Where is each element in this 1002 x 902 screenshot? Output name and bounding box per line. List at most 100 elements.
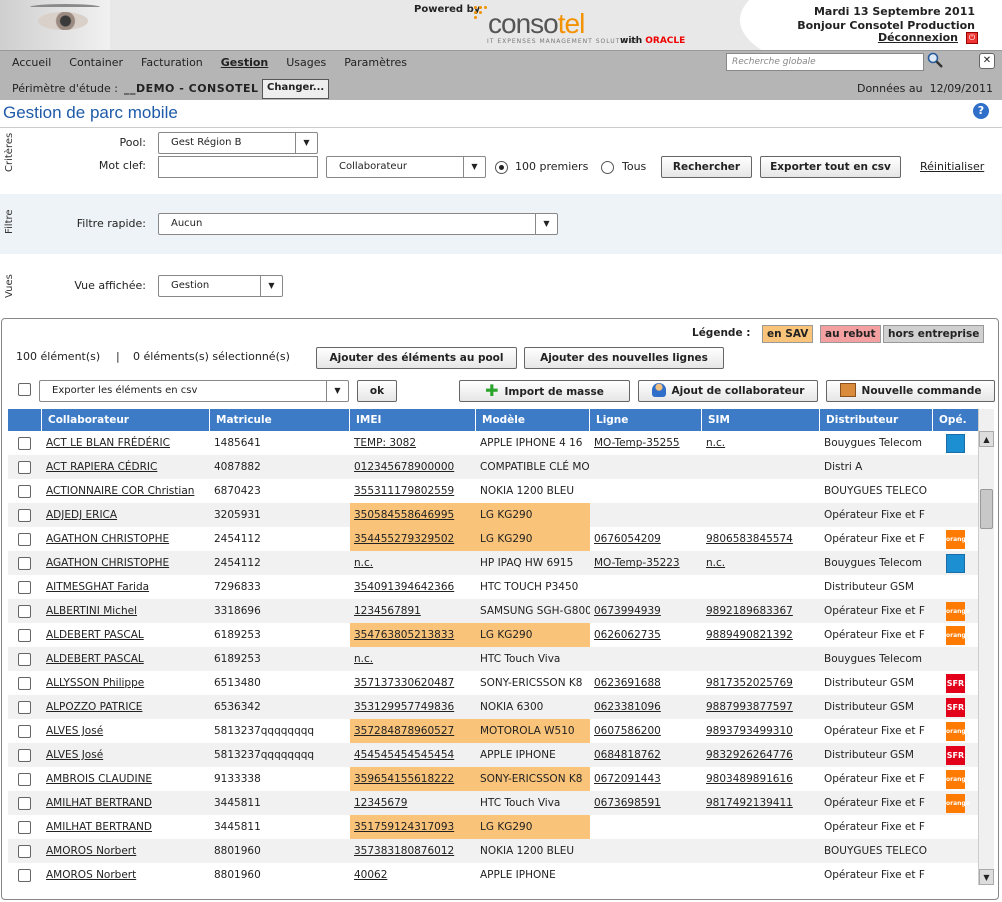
cell-collab[interactable]: ACT RAPIERA CÉDRIC xyxy=(42,455,210,479)
global-search-input[interactable]: Recherche globale xyxy=(726,53,924,71)
cell-sim[interactable]: 9892189683367 xyxy=(702,599,820,623)
row-checkbox[interactable] xyxy=(18,749,31,762)
search-icon[interactable] xyxy=(927,52,943,68)
cell-ligne[interactable]: MO-Temp-35223 xyxy=(590,551,702,575)
table-row[interactable]: AMILHAT BERTRAND 3445811 351759124317093 LG… xyxy=(8,815,978,839)
cell-imei[interactable]: 359654155618222 xyxy=(350,767,476,791)
cell-ligne[interactable]: MO-Temp-35255 xyxy=(590,431,702,455)
cell-collab[interactable]: AGATHON CHRISTOPHE xyxy=(42,527,210,551)
cell-sim[interactable] xyxy=(702,503,820,527)
row-checkbox[interactable] xyxy=(18,605,31,618)
cell-ligne[interactable] xyxy=(590,455,702,479)
cell-sim[interactable]: n.c. xyxy=(702,431,820,455)
cell-collab[interactable]: ADJEDJ ERICA xyxy=(42,503,210,527)
select-all-checkbox[interactable] xyxy=(18,383,31,396)
column-collaborateur[interactable]: Collaborateur xyxy=(42,409,210,431)
cell-ligne[interactable]: 0623691688 xyxy=(590,671,702,695)
cell-sim[interactable]: 9893793499310 xyxy=(702,719,820,743)
row-checkbox[interactable] xyxy=(18,653,31,666)
table-row[interactable]: ALVES José 5813237qqqqqqqq 454545454545454… xyxy=(8,743,978,767)
view-select[interactable]: Gestion ▼ xyxy=(158,275,283,297)
cell-ligne[interactable]: 0673994939 xyxy=(590,599,702,623)
cell-sim[interactable] xyxy=(702,863,820,885)
menu-item-container[interactable]: Container xyxy=(69,56,123,69)
table-row[interactable]: ALPOZZO PATRICE 6536342 353129957749836 NOK… xyxy=(8,695,978,719)
row-checkbox[interactable] xyxy=(18,461,31,474)
row-checkbox[interactable] xyxy=(18,869,31,882)
row-checkbox[interactable] xyxy=(18,821,31,834)
table-row[interactable]: AMOROS Norbert 8801960 357383180876012 NOKI… xyxy=(8,839,978,863)
cell-imei[interactable]: 350584558646995 xyxy=(350,503,476,527)
cell-imei[interactable]: 351759124317093 xyxy=(350,815,476,839)
cell-ligne[interactable] xyxy=(590,479,702,503)
cell-imei[interactable]: 354763805213833 xyxy=(350,623,476,647)
cell-collab[interactable]: AMOROS Norbert xyxy=(42,863,210,885)
cell-imei[interactable]: 357284878960527 xyxy=(350,719,476,743)
cell-imei[interactable]: n.c. xyxy=(350,647,476,671)
close-icon[interactable]: ✕ xyxy=(979,53,995,69)
row-checkbox[interactable] xyxy=(18,677,31,690)
cell-sim[interactable]: 9803489891616 xyxy=(702,767,820,791)
help-icon[interactable]: ? xyxy=(973,103,989,119)
cell-collab[interactable]: AMOROS Norbert xyxy=(42,839,210,863)
cell-imei[interactable]: 1234567891 xyxy=(350,599,476,623)
column-imei[interactable]: IMEI xyxy=(350,409,476,431)
cell-sim[interactable]: 9817352025769 xyxy=(702,671,820,695)
column-operateur[interactable]: Opé. xyxy=(933,409,978,431)
export-select[interactable]: Exporter les éléments en csv ▼ xyxy=(39,380,349,402)
table-row[interactable]: ACT LE BLAN FRÉDÉRIC 1485641 TEMP: 3082 APP… xyxy=(8,431,978,455)
menu-item-usages[interactable]: Usages xyxy=(286,56,326,69)
change-perimeter-button[interactable]: Changer... xyxy=(262,79,330,99)
table-row[interactable]: AGATHON CHRISTOPHE 2454112 354455279329502… xyxy=(8,527,978,551)
table-row[interactable]: ALBERTINI Michel 3318696 1234567891 SAMSUNG… xyxy=(8,599,978,623)
cell-sim[interactable] xyxy=(702,575,820,599)
cell-collab[interactable]: AGATHON CHRISTOPHE xyxy=(42,551,210,575)
cell-ligne[interactable] xyxy=(590,503,702,527)
cell-collab[interactable]: ALVES José xyxy=(42,743,210,767)
cell-ligne[interactable]: 0676054209 xyxy=(590,527,702,551)
column-matricule[interactable]: Matricule xyxy=(210,409,350,431)
table-row[interactable]: AMOROS Norbert 8801960 40062 APPLE IPHONE Op… xyxy=(8,863,978,885)
cell-imei[interactable]: 012345678900000 xyxy=(350,455,476,479)
cell-collab[interactable]: AMILHAT BERTRAND xyxy=(42,815,210,839)
column-modele[interactable]: Modèle xyxy=(476,409,590,431)
menu-item-gestion[interactable]: Gestion xyxy=(221,56,268,69)
column-ligne[interactable]: Ligne xyxy=(590,409,702,431)
column-distributeur[interactable]: Distributeur xyxy=(820,409,933,431)
cell-collab[interactable]: ALPOZZO PATRICE xyxy=(42,695,210,719)
table-row[interactable]: AITMESGHAT Farida 7296833 354091394642366 H… xyxy=(8,575,978,599)
cell-collab[interactable]: AMBROIS CLAUDINE xyxy=(42,767,210,791)
cell-ligne[interactable] xyxy=(590,863,702,885)
search-button[interactable]: Rechercher xyxy=(661,156,752,178)
cell-sim[interactable] xyxy=(702,815,820,839)
cell-ligne[interactable] xyxy=(590,815,702,839)
cell-sim[interactable]: 9817492139411 xyxy=(702,791,820,815)
export-all-csv-button[interactable]: Exporter tout en csv xyxy=(760,156,901,178)
row-checkbox[interactable] xyxy=(18,509,31,522)
cell-sim[interactable]: 9832926264776 xyxy=(702,743,820,767)
row-checkbox[interactable] xyxy=(18,437,31,450)
cell-ligne[interactable]: 0607586200 xyxy=(590,719,702,743)
table-row[interactable]: AGATHON CHRISTOPHE 2454112 n.c. HP IPAQ HW … xyxy=(8,551,978,575)
cell-sim[interactable] xyxy=(702,839,820,863)
cell-imei[interactable]: 354455279329502 xyxy=(350,527,476,551)
add-to-pool-button[interactable]: Ajouter des éléments au pool xyxy=(316,347,517,369)
cell-sim[interactable]: 9887993877597 xyxy=(702,695,820,719)
add-new-lines-button[interactable]: Ajouter des nouvelles lignes xyxy=(524,347,724,369)
table-row[interactable]: ALDEBERT PASCAL 6189253 354763805213833 LG … xyxy=(8,623,978,647)
table-row[interactable]: ALLYSSON Philippe 6513480 357137330620487 S… xyxy=(8,671,978,695)
ok-button[interactable]: ok xyxy=(357,380,397,402)
pool-select[interactable]: Gest Région B ▼ xyxy=(158,132,318,154)
search-field-select[interactable]: Collaborateur ▼ xyxy=(326,156,486,178)
menu-item-parametres[interactable]: Paramètres xyxy=(344,56,407,69)
cell-collab[interactable]: ACT LE BLAN FRÉDÉRIC xyxy=(42,431,210,455)
table-scrollbar[interactable]: ▲ ▼ xyxy=(978,409,994,885)
row-checkbox[interactable] xyxy=(18,797,31,810)
cell-collab[interactable]: AITMESGHAT Farida xyxy=(42,575,210,599)
scrollbar-thumb[interactable] xyxy=(980,489,993,529)
add-collaborator-button[interactable]: Ajout de collaborateur xyxy=(638,380,818,402)
row-checkbox[interactable] xyxy=(18,533,31,546)
column-sim[interactable]: SIM xyxy=(702,409,820,431)
cell-imei[interactable]: 355311179802559 xyxy=(350,479,476,503)
cell-collab[interactable]: ALDEBERT PASCAL xyxy=(42,623,210,647)
